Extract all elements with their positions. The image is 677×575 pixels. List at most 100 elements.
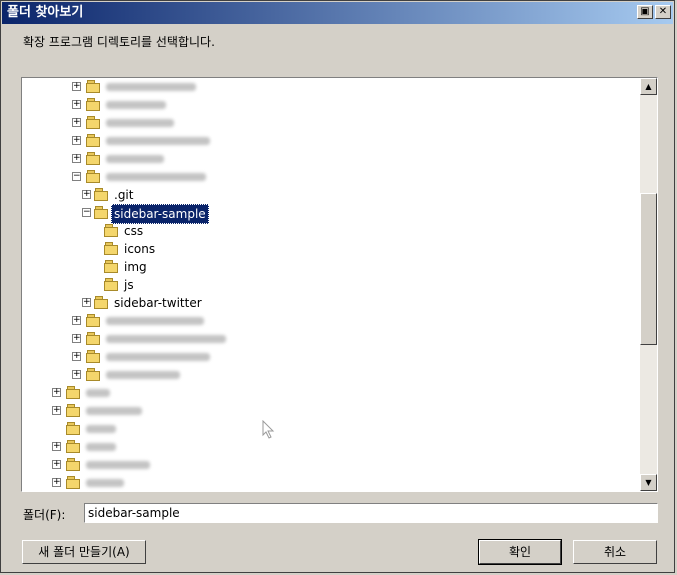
tree-node-blurred[interactable]: + <box>22 114 622 132</box>
blurred-label <box>106 353 210 361</box>
folder-icon <box>94 188 108 201</box>
blurred-label <box>106 101 166 109</box>
tree-node-sidebar-twitter[interactable]: + sidebar-twitter <box>22 294 622 312</box>
tree-node-blurred[interactable]: + <box>22 384 622 402</box>
blurred-label <box>106 137 210 145</box>
scroll-down-button[interactable]: ▼ <box>640 474 657 491</box>
folder-icon <box>104 242 118 255</box>
tree-node-blurred[interactable]: + <box>22 330 622 348</box>
blurred-label <box>106 119 174 127</box>
window-title: 폴더 찾아보기 <box>7 5 84 20</box>
folder-icon <box>104 278 118 291</box>
tree-node-blurred[interactable]: + <box>22 456 622 474</box>
blurred-label <box>106 371 180 379</box>
expand-icon[interactable]: + <box>72 100 81 109</box>
tree-node-blurred[interactable]: + <box>22 312 622 330</box>
cancel-button[interactable]: 취소 <box>573 540 657 564</box>
expand-icon[interactable]: + <box>72 118 81 127</box>
collapse-icon[interactable]: − <box>72 172 81 181</box>
tree-node-img[interactable]: img <box>22 258 622 276</box>
folder-icon <box>66 386 80 399</box>
folder-icon <box>86 170 100 183</box>
vertical-scrollbar[interactable]: ▲ ▼ <box>640 78 657 491</box>
expand-icon[interactable]: + <box>72 316 81 325</box>
tree-node-blurred[interactable] <box>22 420 622 438</box>
folder-icon <box>66 440 80 453</box>
expand-icon[interactable]: + <box>72 352 81 361</box>
folder-icon <box>104 260 118 273</box>
scroll-thumb[interactable] <box>640 193 657 345</box>
tree-node-blurred[interactable]: − <box>22 168 622 186</box>
tree-node-blurred[interactable]: + <box>22 402 622 420</box>
tree-node-label: css <box>124 224 144 238</box>
expand-icon[interactable]: + <box>72 136 81 145</box>
folder-name-input[interactable]: sidebar-sample <box>84 503 658 523</box>
folder-icon <box>86 314 100 327</box>
folder-tree-content: + + + + + − + .git − sidebar-sample css … <box>22 78 640 491</box>
folder-icon <box>86 134 100 147</box>
folder-icon <box>86 332 100 345</box>
folder-icon <box>86 350 100 363</box>
tree-node-sidebar-sample[interactable]: − sidebar-sample <box>22 204 622 224</box>
folder-icon <box>66 458 80 471</box>
folder-icon <box>86 152 100 165</box>
expand-icon[interactable]: + <box>72 334 81 343</box>
folder-icon <box>86 116 100 129</box>
blurred-label <box>106 155 164 163</box>
folder-icon <box>86 98 100 111</box>
tree-node-blurred[interactable]: + <box>22 348 622 366</box>
tree-node-blurred[interactable]: + <box>22 366 622 384</box>
new-folder-button[interactable]: 새 폴더 만들기(A) <box>22 540 146 564</box>
close-button[interactable]: ✕ <box>655 5 671 19</box>
tree-node-js[interactable]: js <box>22 276 622 294</box>
expand-icon[interactable]: + <box>52 478 61 487</box>
tree-node-blurred[interactable]: + <box>22 96 622 114</box>
browse-folder-dialog: 폴더 찾아보기 ▣ ✕ 확장 프로그램 디렉토리를 선택합니다. + + + +… <box>0 0 675 573</box>
folder-tree[interactable]: + + + + + − + .git − sidebar-sample css … <box>21 77 658 492</box>
tree-node-label: js <box>124 278 134 292</box>
tree-node-blurred[interactable]: + <box>22 132 622 150</box>
tree-node-git[interactable]: + .git <box>22 186 622 204</box>
folder-icon <box>94 296 108 309</box>
expand-icon[interactable]: + <box>52 442 61 451</box>
blurred-label <box>86 389 110 397</box>
blurred-label <box>106 317 204 325</box>
collapse-icon[interactable]: − <box>82 208 91 217</box>
expand-icon[interactable]: + <box>52 460 61 469</box>
tree-node-blurred[interactable]: + <box>22 150 622 168</box>
folder-icon <box>66 476 80 489</box>
tree-node-blurred[interactable]: + <box>22 438 622 456</box>
blurred-label <box>86 407 142 415</box>
restore-button[interactable]: ▣ <box>637 5 653 19</box>
folder-icon <box>66 422 80 435</box>
expand-icon[interactable]: + <box>82 190 91 199</box>
tree-node-blurred[interactable]: + <box>22 78 622 96</box>
tree-node-blurred[interactable]: + <box>22 474 622 491</box>
folder-icon <box>104 224 118 237</box>
expand-icon[interactable]: + <box>72 154 81 163</box>
blurred-label <box>86 461 150 469</box>
folder-field-label: 폴더(F): <box>23 508 66 522</box>
tree-node-label: .git <box>114 188 134 202</box>
expand-icon[interactable]: + <box>52 388 61 397</box>
folder-icon <box>86 80 100 93</box>
open-folder-icon <box>94 206 108 219</box>
folder-icon <box>86 368 100 381</box>
tree-node-icons[interactable]: icons <box>22 240 622 258</box>
expand-icon[interactable]: + <box>82 298 91 307</box>
tree-node-label: img <box>124 260 147 274</box>
expand-icon[interactable]: + <box>72 82 81 91</box>
expand-icon[interactable]: + <box>52 406 61 415</box>
blurred-label <box>86 425 116 433</box>
tree-node-css[interactable]: css <box>22 222 622 240</box>
expand-icon[interactable]: + <box>72 370 81 379</box>
scroll-up-button[interactable]: ▲ <box>640 78 657 95</box>
ok-button[interactable]: 확인 <box>478 539 562 565</box>
blurred-label <box>86 443 116 451</box>
folder-icon <box>66 404 80 417</box>
tree-node-label-selected: sidebar-sample <box>111 204 209 224</box>
blurred-label <box>86 479 124 487</box>
title-bar: 폴더 찾아보기 ▣ ✕ <box>2 2 673 24</box>
blurred-label <box>106 335 226 343</box>
tree-node-label: sidebar-twitter <box>114 296 202 310</box>
